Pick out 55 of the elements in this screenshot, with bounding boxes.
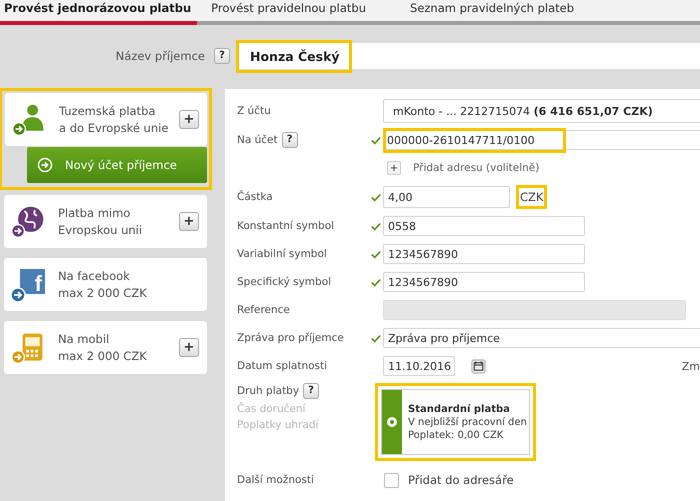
recipient-label: Název příjemce [114, 49, 205, 63]
new-recipient-button[interactable]: Nový účet příjemce [27, 147, 207, 183]
add-button[interactable]: + [179, 110, 199, 129]
field-label: Na účet [237, 134, 278, 146]
payment-type-subtitle: Evropskou unii [58, 223, 144, 237]
input-field[interactable]: 1234567890 [383, 244, 585, 264]
field-label: Z účtu [237, 105, 271, 117]
payment-option-card[interactable]: Standardní platba V nejbližší pracovní den Poplatek: 0,00 CZK [381, 389, 530, 455]
radio-button[interactable] [387, 417, 397, 427]
currency-label: CZK [516, 185, 548, 209]
field-label: Specifický symbol [237, 276, 332, 288]
globe-icon [10, 204, 46, 240]
calendar-icon[interactable] [471, 358, 486, 374]
payment-type-title: Tuzemská platba [59, 104, 156, 118]
payment-type-subtitle: max 2 000 CZK [58, 286, 148, 300]
input-field[interactable]: 0558 [383, 216, 585, 236]
help-button[interactable]: ? [214, 48, 230, 64]
field-label: Konstantní symbol [237, 220, 334, 232]
input-field[interactable]: 1234567890 [383, 272, 585, 292]
amount-field[interactable]: 4,00 [383, 186, 510, 208]
account-select[interactable]: mKonto - ... 2212715074 (6 416 651,07 CZK) [383, 99, 700, 123]
field-label: Částka [237, 191, 273, 203]
add-button[interactable]: + [179, 338, 199, 357]
tab[interactable]: Provést pravidelnou platbu [197, 1, 396, 25]
add-button[interactable]: + [179, 212, 199, 231]
field-label: Druh platby [237, 385, 300, 397]
payment-type-title: Na facebook [58, 269, 131, 283]
field-label: Zpráva pro příjemce [237, 332, 344, 344]
help-button[interactable]: ? [282, 132, 298, 148]
option-detail: Poplatek: 0,00 CZK [408, 430, 504, 440]
checkbox[interactable] [384, 472, 399, 488]
field-label: Poplatky uhradí [237, 419, 320, 431]
input-field[interactable]: 000000-2610147711/0100 [383, 130, 700, 150]
option-title: Standardní platba [408, 404, 511, 414]
input-field[interactable]: Zpráva pro příjemce [383, 328, 700, 348]
date-field[interactable]: 11.10.2016 [383, 356, 455, 376]
payment-type-subtitle: a do Evropské unie [59, 121, 170, 135]
add-button[interactable]: + [387, 161, 401, 175]
add-address-link[interactable]: Přidat adresu (volitelně) [413, 162, 540, 174]
field-label: Variabilní symbol [237, 248, 327, 260]
arrow-circle-icon [37, 157, 53, 173]
field-label: Čas doručení [237, 403, 306, 415]
field-label: Další možnosti [237, 474, 314, 486]
tab[interactable]: Provést jednorázovou platbu [0, 1, 198, 25]
payment-type-title: Na mobil [58, 332, 110, 346]
reference-field[interactable] [383, 300, 686, 320]
cut-off-label: Zm [682, 360, 700, 372]
payment-type-subtitle: max 2 000 CZK [58, 349, 148, 363]
field-label: Datum splatnosti [237, 360, 328, 372]
tab[interactable]: Seznam pravidelných plateb [396, 1, 604, 25]
help-button[interactable]: ? [303, 383, 320, 399]
field-label: Reference [237, 304, 290, 316]
option-detail: V nejbližší pracovní den [408, 416, 527, 428]
payment-type-title: Platba mimo [58, 206, 132, 220]
checkbox-label: Přidat do adresáře [408, 473, 514, 487]
